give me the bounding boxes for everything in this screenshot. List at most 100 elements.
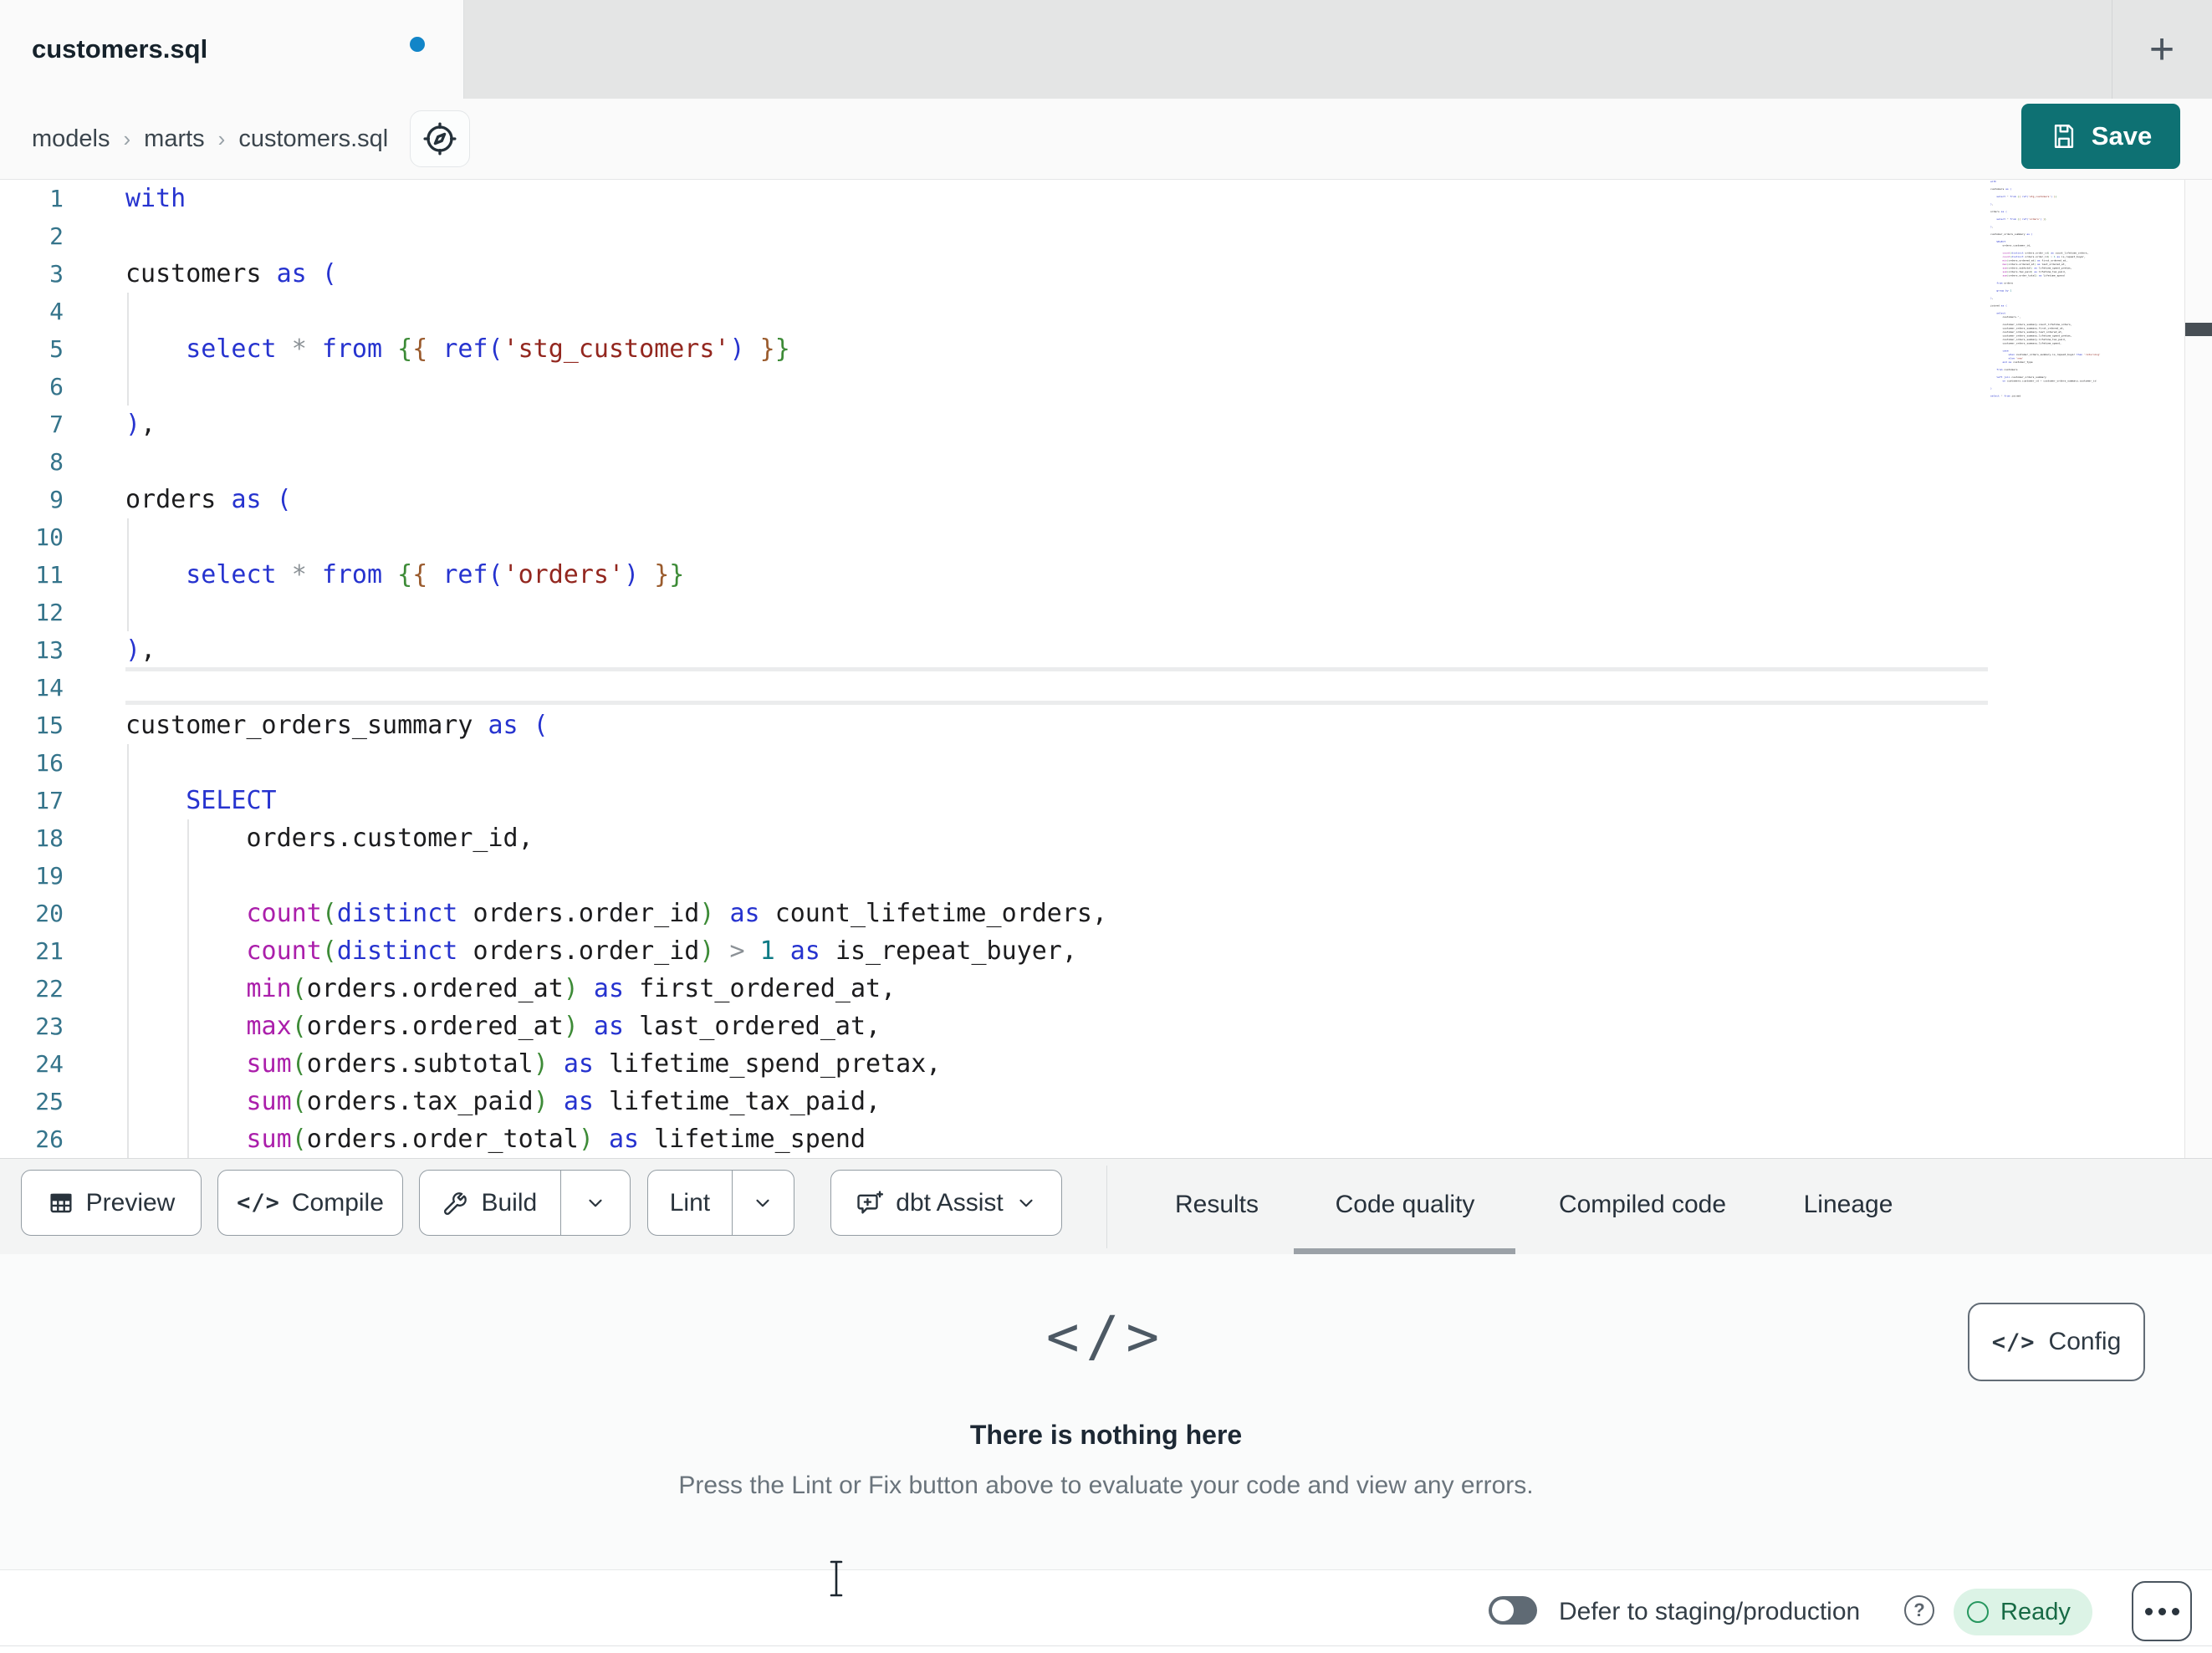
code-line[interactable]: 13), [0,631,2212,669]
help-icon[interactable]: ? [1904,1595,1934,1625]
code-line[interactable]: 4 [0,293,2212,330]
code-line-text: count(distinct orders.order_id) as count… [246,899,1108,928]
code-editor[interactable]: 1 with 2 3 customers as (4 5 select * from {{… [0,180,2212,1158]
code-line[interactable]: 16 [0,744,2212,782]
compass-icon [422,121,457,156]
unsaved-changes-icon [410,37,425,52]
code-line-text: count(distinct orders.order_id) > 1 as i… [246,936,1077,966]
breadcrumb-separator-icon: › [123,125,131,151]
defer-toggle[interactable] [1489,1596,1537,1625]
minimap[interactable]: with customers as ( select * from {{ ref(… [1990,180,2124,431]
tab-code-quality[interactable]: Code quality [1331,1159,1480,1249]
tab-compiled-code[interactable]: Compiled code [1554,1159,1731,1249]
lint-button-group: Lint [647,1170,794,1236]
line-number: 22 [35,975,64,1003]
compile-button[interactable]: </> Compile [217,1170,403,1236]
code-line[interactable]: 21 count(distinct orders.order_id) > 1 a… [0,932,2212,970]
code-line[interactable]: 11 select * from {{ ref('orders') }} [0,556,2212,594]
more-options-button[interactable] [2132,1581,2192,1641]
build-dropdown-button[interactable] [559,1171,630,1235]
code-line[interactable]: 1 with [0,180,2212,217]
code-line[interactable]: 22 min(orders.ordered_at) as first_order… [0,970,2212,1008]
config-button[interactable]: </> Config [1968,1303,2145,1381]
code-lines[interactable]: 1 with 2 3 customers as (4 5 select * from {{… [0,180,2212,1158]
dbt-assist-button[interactable]: dbt Assist [830,1170,1062,1236]
breadcrumb-item-marts: marts [144,125,205,152]
line-number: 2 [49,222,64,250]
code-line[interactable]: 18 orders.customer_id, [0,819,2212,857]
ready-status-label: Ready [2000,1598,2071,1625]
code-line[interactable]: 3 customers as ( [0,255,2212,293]
code-line[interactable]: 12 [0,594,2212,631]
save-button[interactable]: Save [2021,104,2180,169]
code-line-text: customer_orders_summary as ( [125,711,549,740]
code-line-text: ), [125,635,156,665]
code-line[interactable]: 8 [0,443,2212,481]
line-number: 20 [35,900,64,927]
code-line[interactable]: 17 SELECT [0,782,2212,819]
code-line-text: ), [125,410,156,439]
file-tab-customers-sql[interactable]: customers.sql [0,0,464,99]
defer-label: Defer to staging/production [1559,1598,1861,1625]
code-line-text: max(orders.ordered_at) as last_ordered_a… [246,1012,881,1041]
breadcrumb-item-models: models [32,125,110,152]
build-button-group: Build [419,1170,631,1236]
code-brackets-icon: </> [1045,1304,1167,1369]
code-line-text: sum(orders.subtotal) as lifetime_spend_p… [246,1049,942,1079]
code-line[interactable]: 5 select * from {{ ref('stg_customers') … [0,330,2212,368]
code-brackets-icon: </> [1991,1329,2036,1355]
toggle-knob [1492,1599,1514,1621]
editor-scrollbar[interactable] [2184,180,2212,1158]
file-navigate-button[interactable] [410,110,470,167]
code-line[interactable]: 6 [0,368,2212,406]
code-line[interactable]: 24 sum(orders.subtotal) as lifetime_spen… [0,1045,2212,1083]
preview-button[interactable]: Preview [21,1170,202,1236]
lint-button-label: Lint [669,1188,711,1217]
code-line[interactable]: 7), [0,406,2212,443]
line-number: 5 [49,335,64,363]
code-line-text: sum(orders.tax_paid) as lifetime_tax_pai… [246,1087,881,1116]
save-floppy-icon [2050,122,2078,151]
line-number: 6 [49,373,64,400]
line-number: 13 [35,636,64,664]
preview-button-label: Preview [85,1188,176,1217]
code-line[interactable]: 15 customer_orders_summary as ( [0,707,2212,744]
code-line[interactable]: 10 [0,518,2212,556]
code-line[interactable]: 23 max(orders.ordered_at) as last_ordere… [0,1008,2212,1045]
code-line[interactable]: 25 sum(orders.tax_paid) as lifetime_tax_… [0,1083,2212,1120]
code-line-text: SELECT [186,786,277,815]
tab-results[interactable]: Results [1170,1159,1264,1249]
ready-status-badge[interactable]: Ready [1954,1589,2092,1635]
lint-button[interactable]: Lint [648,1171,732,1235]
text-cursor-icon [824,1559,849,1599]
code-line[interactable]: 26 sum(orders.order_total) as lifetime_s… [0,1120,2212,1158]
bottom-hairline [0,1645,2212,1646]
assist-chat-icon [856,1189,884,1217]
line-number: 8 [49,448,64,476]
build-button-label: Build [481,1188,538,1217]
code-line[interactable]: 20 count(distinct orders.order_id) as co… [0,895,2212,932]
config-button-label: Config [2048,1328,2122,1355]
lint-dropdown-button[interactable] [731,1171,794,1235]
scrollbar-thumb[interactable] [2185,323,2212,336]
table-icon [48,1190,74,1217]
ellipsis-icon [2144,1607,2179,1615]
line-number: 14 [35,674,64,702]
code-line[interactable]: 9 orders as ( [0,481,2212,518]
chevron-down-icon [1015,1192,1037,1214]
chevron-down-icon [585,1192,606,1214]
code-line[interactable]: 2 [0,217,2212,255]
code-line-text: sum(orders.order_total) as lifetime_spen… [246,1125,866,1154]
tab-lineage[interactable]: Lineage [1799,1159,1898,1249]
line-number: 9 [49,486,64,513]
new-tab-button[interactable]: + [2120,0,2204,99]
build-button[interactable]: Build [420,1171,560,1235]
code-line[interactable]: 19 [0,857,2212,895]
code-line[interactable]: 14 [0,669,2212,707]
